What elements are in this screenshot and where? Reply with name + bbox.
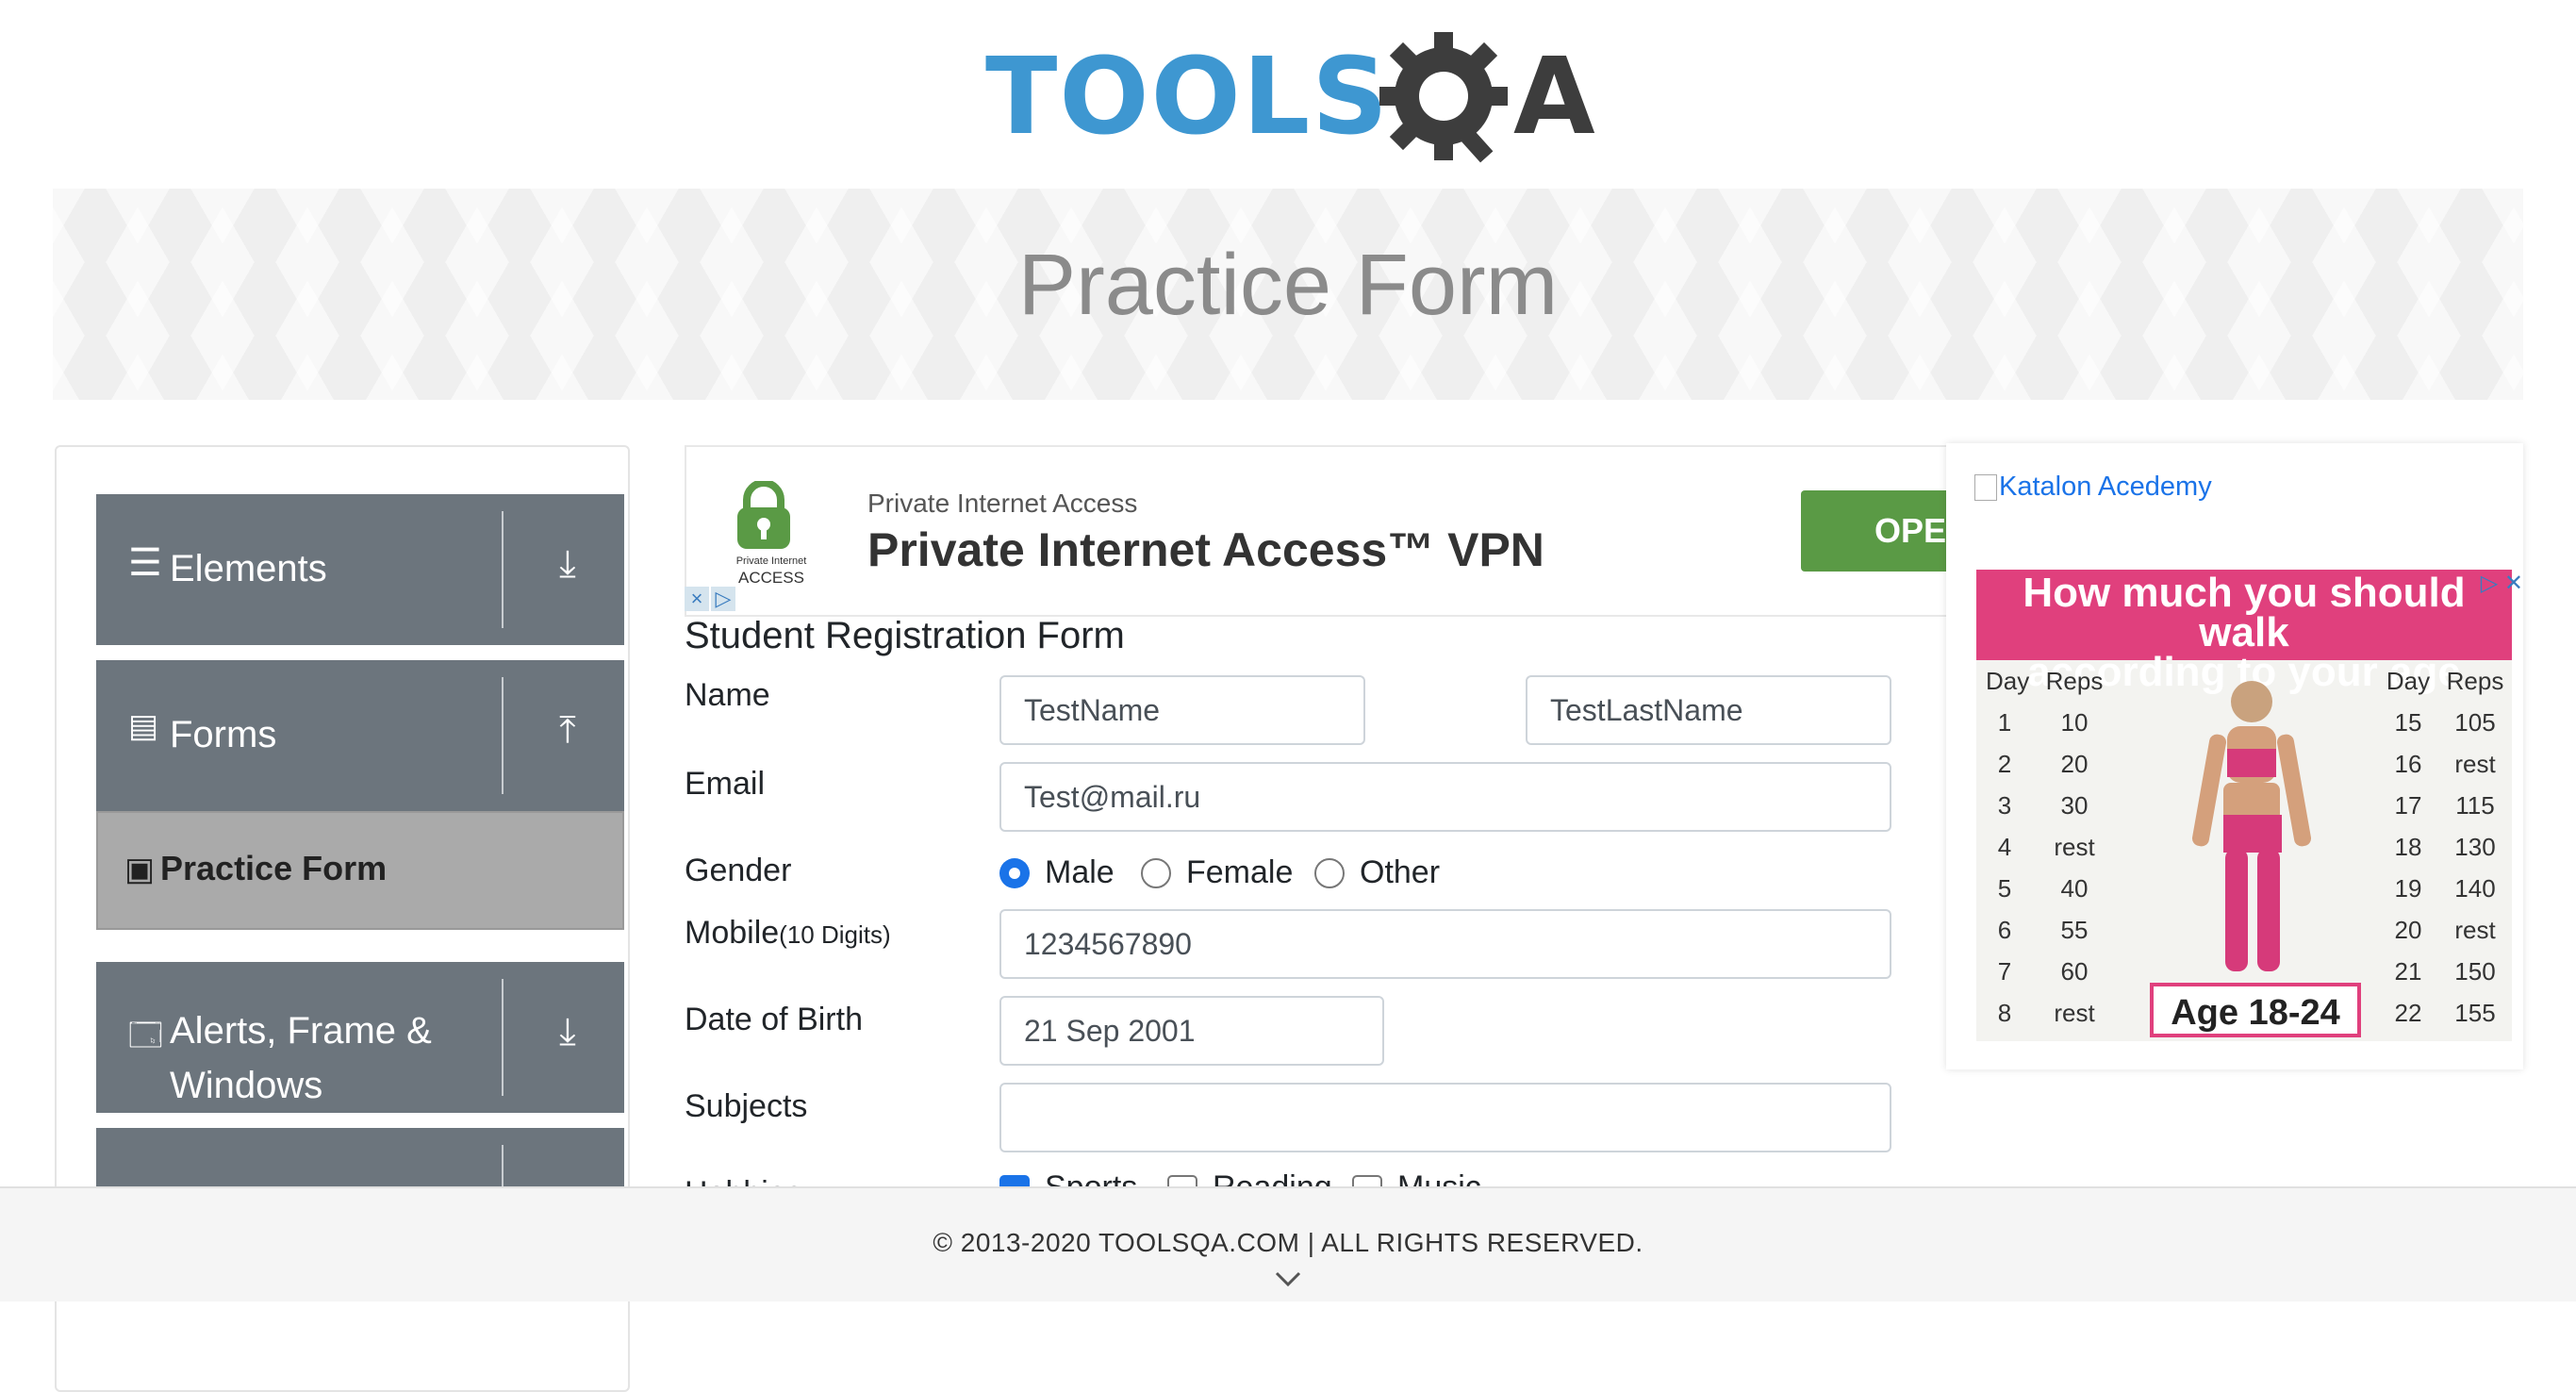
email-label: Email (685, 766, 766, 802)
side-ad[interactable]: Katalon Acedemy How much you should walk… (1946, 443, 2523, 1069)
adchoices-icon[interactable]: ▷ (711, 587, 735, 611)
radio-button[interactable] (1141, 858, 1171, 888)
gear-icon (1379, 32, 1508, 163)
sidebar-item-label: Practice Form (160, 849, 388, 887)
woman-figure-illustration (2191, 681, 2312, 971)
left-reps-column: Reps 10 20 30 rest 40 55 60 rest (2045, 667, 2104, 1027)
ad-headline[interactable]: Private Internet Access™ VPN (867, 522, 1544, 577)
footer-copyright: © 2013-2020 TOOLSQA.COM | ALL RIGHTS RES… (933, 1228, 1643, 1257)
divider (502, 979, 504, 1096)
lock-icon (737, 481, 790, 549)
sidebar-group-label: Alerts, Frame & (170, 1010, 432, 1052)
chevron-down-icon[interactable] (1273, 1269, 1303, 1288)
age-label: Age 18-24 (2150, 983, 2361, 1037)
logo-qa-text: A (1513, 36, 1597, 158)
ad-close-icons[interactable]: ▷ ✕ (2481, 570, 2523, 597)
toolsqa-logo[interactable]: TOOLS A (985, 26, 1598, 168)
katalon-ad-link[interactable]: Katalon Acedemy (1974, 472, 2212, 503)
mobile-hint: (10 Digits) (779, 920, 891, 949)
form-title: Student Registration Form (685, 615, 1125, 656)
last-name-input[interactable]: TestLastName (1526, 675, 1891, 745)
page-title: Practice Form (1017, 237, 1559, 333)
divider (502, 677, 504, 794)
sidebar-group-label-line2: Windows (170, 1065, 323, 1106)
right-reps-column: Reps 105 rest 115 130 140 rest 150 155 (2446, 667, 2504, 1027)
name-label: Name (685, 677, 770, 713)
walking-ad-image[interactable]: How much you should walk according to yo… (1976, 570, 2512, 1041)
hamburger-icon: ☰ (128, 542, 162, 584)
logo-tools-text: TOOLS (985, 36, 1390, 158)
first-name-input[interactable]: TestName (999, 675, 1365, 745)
sidebar-group-forms[interactable]: ▤ Forms ⤒ (96, 660, 624, 811)
sidebar-group-label: Forms (170, 714, 277, 755)
document-icon: ▤ (128, 708, 159, 744)
form-icon: ▣ (124, 852, 156, 887)
download-arrow-icon[interactable]: ⤓ (530, 1011, 605, 1053)
radio-label[interactable]: Other (1360, 854, 1440, 891)
upload-arrow-icon[interactable]: ⤒ (530, 709, 605, 752)
download-arrow-icon[interactable]: ⤓ (530, 543, 605, 586)
adchoices-badge[interactable]: × ▷ (685, 587, 743, 613)
dob-input[interactable]: 21 Sep 2001 (999, 996, 1384, 1066)
footer: © 2013-2020 TOOLSQA.COM | ALL RIGHTS RES… (0, 1186, 2576, 1301)
radio-label[interactable]: Female (1186, 854, 1293, 891)
close-icon[interactable]: × (685, 587, 709, 611)
ad-logo-caption: Private Internet ACCESS (735, 555, 807, 587)
left-day-column: Day 1234 5678 (1986, 667, 2030, 1027)
sidebar-group-elements[interactable]: ☰ Elements ⤓ (96, 494, 624, 645)
broken-image-icon (1974, 474, 1997, 502)
ad-headline: How much you should walk according to yo… (1976, 570, 2512, 693)
radio-button[interactable] (1314, 858, 1345, 888)
vpn-ad-banner[interactable]: Private Internet ACCESS Private Internet… (685, 445, 1950, 617)
mobile-label: Mobile(10 Digits) (685, 915, 891, 951)
dob-label: Date of Birth (685, 1002, 863, 1037)
close-icon[interactable]: ✕ (2504, 571, 2523, 596)
subjects-input[interactable] (999, 1083, 1891, 1152)
divider (502, 1145, 504, 1186)
mobile-input[interactable]: 1234567890 (999, 909, 1891, 979)
window-icon: 🗔 (128, 1018, 163, 1053)
sidebar-group-label: Elements (170, 548, 327, 589)
divider (502, 511, 504, 628)
gender-label: Gender (685, 853, 792, 888)
radio-label[interactable]: Male (1045, 854, 1115, 891)
page-banner: Practice Form (53, 189, 2523, 400)
ad-open-button[interactable]: OPEN (1801, 490, 1950, 572)
email-input[interactable]: Test@mail.ru (999, 762, 1891, 832)
sidebar-group-alerts[interactable]: 🗔 Alerts, Frame & Windows ⤓ (96, 962, 624, 1113)
radio-button-checked[interactable] (999, 858, 1030, 888)
adchoices-icon[interactable]: ▷ (2481, 571, 2498, 596)
ad-sponsor: Private Internet Access (867, 489, 1138, 518)
subjects-label: Subjects (685, 1088, 808, 1124)
right-day-column: Day 15 16 17 18 19 20 21 22 (2386, 667, 2431, 1027)
sidebar-item-practice-form[interactable]: ▣ Practice Form (96, 811, 624, 930)
